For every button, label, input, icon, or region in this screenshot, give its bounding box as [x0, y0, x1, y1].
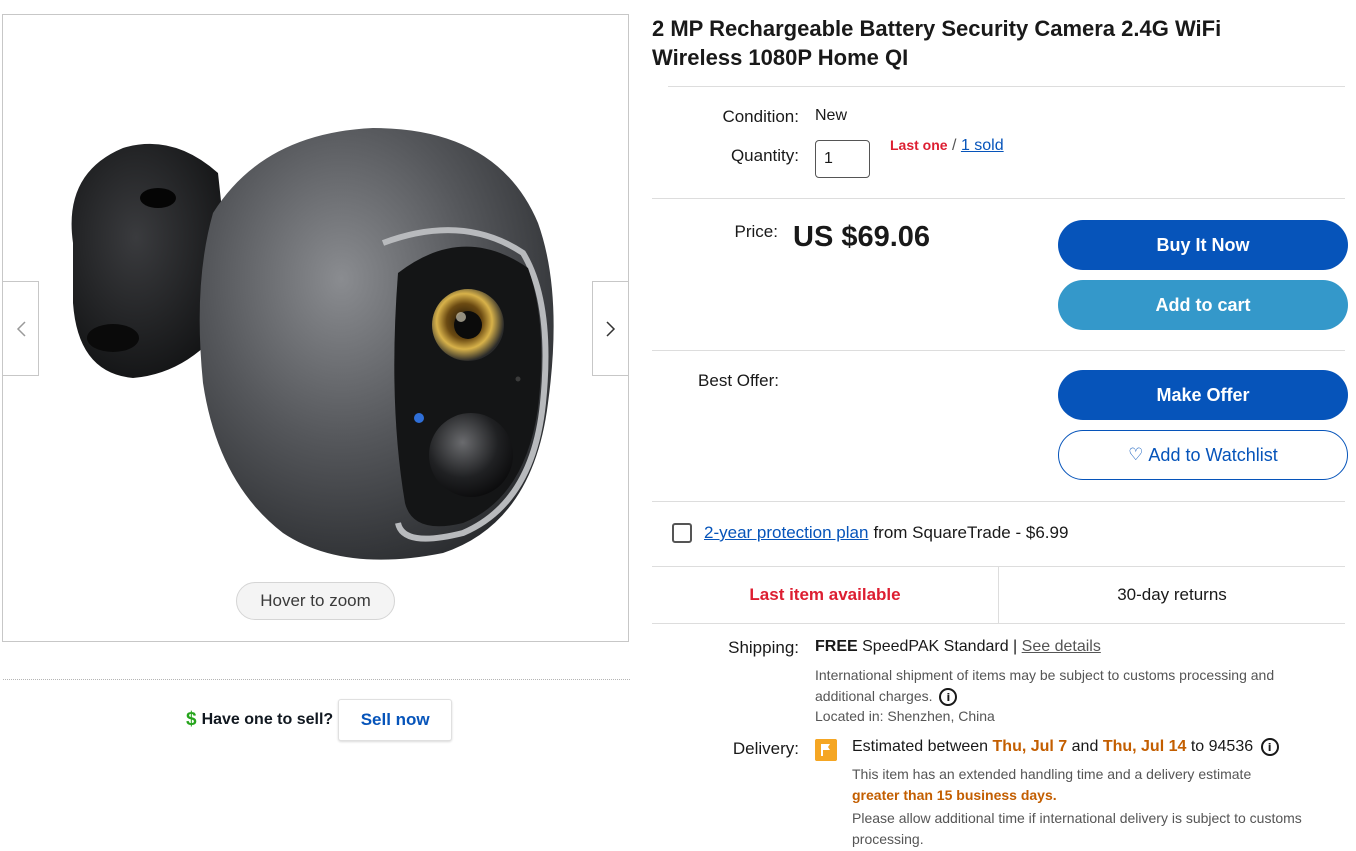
returns-policy: 30-day returns — [1117, 585, 1227, 604]
divider — [652, 198, 1345, 199]
image-gallery: Hover to zoom — [2, 14, 629, 642]
customs-note: International shipment of items may be s… — [815, 665, 1335, 707]
make-offer-button[interactable]: Make Offer — [1058, 370, 1348, 420]
heart-icon: ♡ — [1128, 445, 1144, 464]
dollar-icon: $ — [186, 709, 197, 730]
next-image-button[interactable] — [592, 281, 628, 376]
price-label: Price: — [734, 222, 778, 241]
item-status-box: Last item available 30-day returns — [652, 566, 1345, 624]
delivery-and: and — [1071, 738, 1099, 756]
handling-note-highlight: greater than 15 business days. — [852, 787, 1057, 803]
shipping-method: FREE SpeedPAK Standard | See details — [815, 638, 1101, 656]
divider — [668, 86, 1345, 87]
see-details-link[interactable]: See details — [1022, 638, 1101, 655]
protection-plan-link[interactable]: 2-year protection plan — [704, 523, 868, 543]
last-one-text: Last one — [890, 137, 948, 153]
chevron-left-icon — [16, 320, 26, 337]
product-image[interactable] — [43, 103, 573, 573]
hover-to-zoom-hint: Hover to zoom — [236, 582, 395, 620]
customs-note-text: International shipment of items may be s… — [815, 667, 1275, 704]
add-to-watchlist-button[interactable]: ♡ Add to Watchlist — [1058, 430, 1348, 480]
protection-plan-provider: from SquareTrade - $6.99 — [873, 523, 1069, 542]
delivery-date-end: Thu, Jul 14 — [1102, 738, 1187, 756]
quantity-input[interactable] — [815, 140, 870, 178]
customs-delivery-note: Please allow additional time if internat… — [852, 810, 1302, 847]
previous-image-button[interactable] — [3, 281, 39, 376]
price-value: US $69.06 — [793, 221, 931, 253]
page-title: 2 MP Rechargeable Battery Security Camer… — [652, 16, 1222, 70]
free-shipping-text: FREE — [815, 638, 858, 655]
flag-icon — [815, 739, 837, 761]
sell-now-button[interactable]: Sell now — [338, 699, 453, 741]
add-to-watchlist-label: Add to Watchlist — [1148, 444, 1278, 465]
protection-plan-row: 2-year protection plan from SquareTrade … — [672, 520, 1068, 546]
divider — [652, 501, 1345, 502]
quantity-label: Quantity: — [730, 146, 799, 165]
info-icon[interactable]: i — [939, 688, 958, 707]
chevron-right-icon — [605, 320, 615, 337]
best-offer-label: Best Offer: — [698, 371, 779, 390]
slash-separator: / — [952, 137, 957, 154]
protection-plan-checkbox[interactable] — [672, 523, 692, 543]
shipping-label: Shipping: — [728, 638, 799, 657]
add-to-cart-button[interactable]: Add to cart — [1058, 280, 1348, 330]
delivery-prefix: Estimated between — [852, 738, 989, 756]
delivery-label: Delivery: — [732, 739, 799, 758]
sold-count-link[interactable]: 1 sold — [961, 137, 1004, 154]
divider — [3, 679, 630, 680]
sell-question: Have one to sell? — [201, 711, 334, 728]
sell-one-row: $ Have one to sell? Sell now — [186, 699, 453, 741]
last-item-available: Last item available — [652, 567, 999, 623]
quantity-availability: Last one / 1 sold — [890, 137, 1004, 155]
handling-note-text: This item has an extended handling time … — [852, 766, 1252, 782]
delivery-date-start: Thu, Jul 7 — [992, 738, 1068, 756]
item-location: Located in: Shenzhen, China — [815, 708, 995, 724]
delivery-zip: to 94536 — [1190, 738, 1254, 756]
divider — [652, 350, 1345, 351]
condition-value: New — [815, 107, 848, 124]
handling-time-note: This item has an extended handling time … — [852, 764, 1332, 806]
buy-it-now-button[interactable]: Buy It Now — [1058, 220, 1348, 270]
delivery-estimate: Estimated between Thu, Jul 7 and Thu, Ju… — [852, 738, 1279, 756]
shipping-service: SpeedPAK Standard | — [862, 638, 1018, 655]
info-icon[interactable]: i — [1260, 738, 1279, 756]
condition-label: Condition: — [722, 107, 799, 126]
